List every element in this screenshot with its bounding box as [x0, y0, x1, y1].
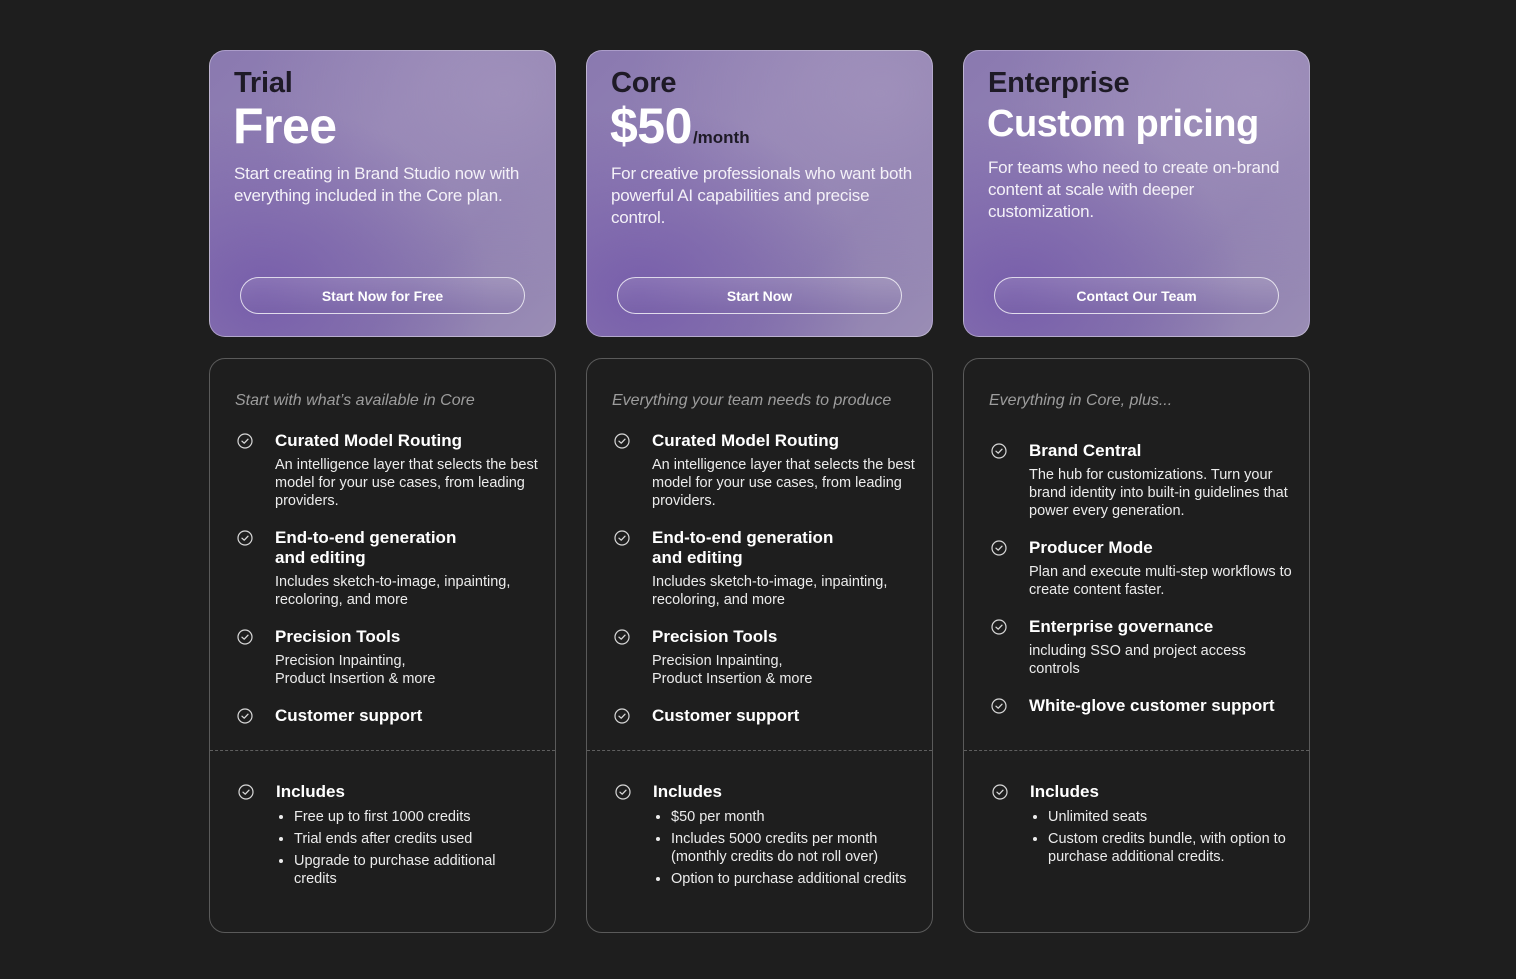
feature-title: End-to-end generation and editing	[275, 528, 457, 567]
feature-list: Curated Model Routing An intelligence lay…	[587, 431, 932, 744]
feature-description: An intelligence layer that selects the b…	[652, 457, 915, 509]
feature-title: Curated Model Routing	[275, 431, 462, 450]
feature-title: Precision Tools	[275, 627, 401, 646]
check-circle-icon	[615, 784, 631, 800]
features-intro: Start with what’s available in Core	[235, 392, 475, 409]
cta-button[interactable]: Contact Our Team	[994, 277, 1279, 314]
feature-description: The hub for customizations. Turn your br…	[1029, 467, 1288, 519]
plan-name: Enterprise	[988, 67, 1130, 99]
feature-item: Curated Model Routing An intelligence lay…	[210, 431, 555, 510]
price-unit: /month	[692, 128, 750, 147]
check-circle-icon	[992, 784, 1008, 800]
price-amount: Free	[233, 98, 337, 154]
check-circle-icon	[237, 530, 253, 546]
plan-column-core: Core $50/month For creative professionals …	[586, 50, 933, 933]
feature-list: Curated Model Routing An intelligence lay…	[210, 431, 555, 744]
feature-title: Precision Tools	[652, 627, 778, 646]
feature-item: Precision Tools Precision Inpainting, Pro…	[587, 627, 932, 688]
plan-card: Enterprise Custom pricing For teams who ne…	[963, 50, 1310, 337]
includes-item: Trial ends after credits used	[294, 830, 539, 848]
features-card: Everything your team needs to produce Cur…	[586, 358, 933, 933]
includes-item: Free up to first 1000 credits	[294, 808, 539, 826]
divider	[587, 750, 932, 751]
check-circle-icon	[237, 433, 253, 449]
feature-item: End-to-end generation and editing Include…	[210, 528, 555, 609]
check-circle-icon	[991, 540, 1007, 556]
includes-list: Unlimited seats Custom credits bundle, wi…	[1030, 808, 1293, 866]
includes-item: Option to purchase additional credits	[671, 870, 916, 888]
feature-description: Includes sketch-to-image, inpainting, re…	[275, 574, 511, 608]
check-circle-icon	[237, 708, 253, 724]
includes-list: Free up to first 1000 credits Trial ends …	[276, 808, 539, 888]
check-circle-icon	[991, 698, 1007, 714]
plan-name: Core	[611, 67, 677, 99]
feature-description: Includes sketch-to-image, inpainting, re…	[652, 574, 888, 608]
feature-item: Producer Mode Plan and execute multi-step…	[964, 538, 1309, 599]
feature-description: Precision Inpainting, Product Insertion …	[275, 653, 436, 687]
feature-description: Precision Inpainting, Product Insertion …	[652, 653, 813, 687]
feature-item: Precision Tools Precision Inpainting, Pro…	[210, 627, 555, 688]
check-circle-icon	[614, 708, 630, 724]
feature-title: Brand Central	[1029, 441, 1142, 460]
price-amount: Custom pricing	[987, 103, 1259, 145]
feature-title: Customer support	[275, 706, 423, 725]
feature-item: Customer support	[210, 706, 555, 726]
includes-title: Includes	[653, 782, 722, 801]
includes-item: Upgrade to purchase additional credits	[294, 852, 539, 888]
plan-card: Core $50/month For creative professionals …	[586, 50, 933, 337]
feature-title: Customer support	[652, 706, 800, 725]
feature-title: Enterprise governance	[1029, 617, 1214, 636]
feature-title: End-to-end generation and editing	[652, 528, 834, 567]
feature-description: Plan and execute multi-step workflows to…	[1029, 564, 1292, 598]
includes-list: $50 per month Includes 5000 credits per m…	[653, 808, 916, 888]
plan-card: Trial Free Start creating in Brand Studio …	[209, 50, 556, 337]
feature-item: Enterprise governance including SSO and p…	[964, 617, 1309, 678]
plan-description: Start creating in Brand Studio now with …	[234, 164, 520, 205]
features-card: Start with what’s available in Core Curat…	[209, 358, 556, 933]
plan-name: Trial	[234, 67, 293, 99]
includes-item: Custom credits bundle, with option to pu…	[1048, 830, 1293, 866]
plan-column-trial: Trial Free Start creating in Brand Studio …	[209, 50, 556, 933]
plan-column-enterprise: Enterprise Custom pricing For teams who ne…	[963, 50, 1310, 933]
includes-item: $50 per month	[671, 808, 916, 826]
check-circle-icon	[238, 784, 254, 800]
includes-block: Includes $50 per month Includes 5000 credi…	[587, 782, 932, 892]
includes-item: Unlimited seats	[1048, 808, 1293, 826]
check-circle-icon	[237, 629, 253, 645]
price: Custom pricing	[987, 103, 1259, 146]
feature-description: including SSO and project access control…	[1029, 643, 1246, 677]
plan-description: For creative professionals who want both…	[611, 164, 912, 227]
price: Free	[233, 97, 337, 155]
features-intro: Everything in Core, plus...	[989, 392, 1173, 409]
feature-title: Curated Model Routing	[652, 431, 839, 450]
cta-button[interactable]: Start Now for Free	[240, 277, 525, 314]
feature-title: White-glove customer support	[1029, 696, 1275, 715]
price-amount: $50	[610, 98, 692, 154]
features-intro: Everything your team needs to produce	[612, 392, 892, 409]
check-circle-icon	[991, 443, 1007, 459]
features-card: Everything in Core, plus... Brand Central…	[963, 358, 1310, 933]
price: $50/month	[610, 97, 750, 155]
check-circle-icon	[614, 433, 630, 449]
feature-item: White-glove customer support	[964, 696, 1309, 716]
feature-item: Customer support	[587, 706, 932, 726]
feature-item: End-to-end generation and editing Include…	[587, 528, 932, 609]
plan-description: For teams who need to create on-brand co…	[988, 158, 1280, 221]
cta-button[interactable]: Start Now	[617, 277, 902, 314]
includes-title: Includes	[276, 782, 345, 801]
check-circle-icon	[614, 629, 630, 645]
feature-list: Brand Central The hub for customizations.…	[964, 441, 1309, 734]
feature-item: Brand Central The hub for customizations.…	[964, 441, 1309, 520]
includes-block: Includes Unlimited seats Custom credits bu…	[964, 782, 1309, 870]
divider	[964, 750, 1309, 751]
includes-block: Includes Free up to first 1000 credits Tri…	[210, 782, 555, 892]
check-circle-icon	[991, 619, 1007, 635]
divider	[210, 750, 555, 751]
feature-title: Producer Mode	[1029, 538, 1153, 557]
check-circle-icon	[614, 530, 630, 546]
includes-title: Includes	[1030, 782, 1099, 801]
feature-description: An intelligence layer that selects the b…	[275, 457, 538, 509]
feature-item: Curated Model Routing An intelligence lay…	[587, 431, 932, 510]
includes-item: Includes 5000 credits per month (monthly…	[671, 830, 916, 866]
